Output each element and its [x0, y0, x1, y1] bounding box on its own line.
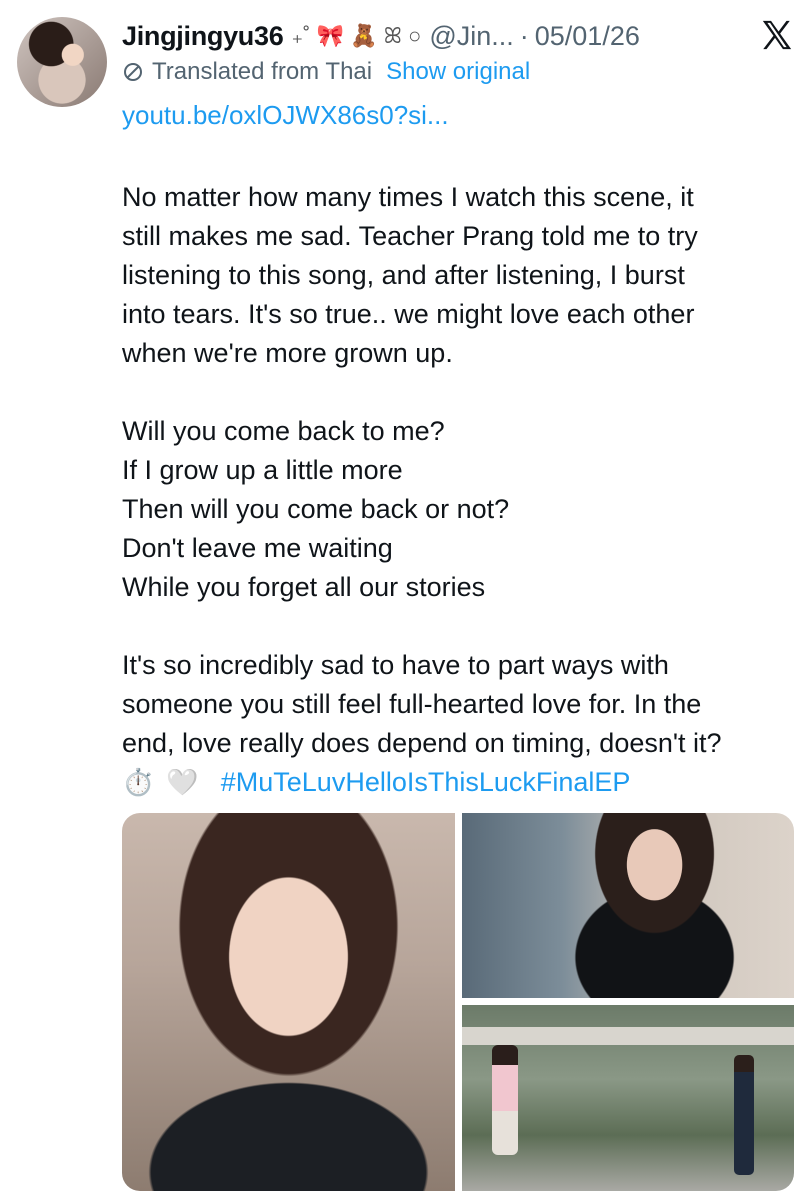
body-line: No matter how many times I watch this sc… [122, 182, 694, 212]
media-photo-3[interactable] [462, 1005, 794, 1191]
circle-glyph: ○ [408, 23, 422, 48]
body-line: end, love really does depend on timing, … [122, 728, 722, 758]
hashtag-line: ⏱️ 🤍 #MuTeLuvHelloIsThisLuckFinalEP [122, 763, 792, 802]
display-name[interactable]: Jingjingyu36 [122, 21, 284, 52]
white-heart-emoji: 🤍 [166, 767, 199, 797]
lyric-line: Will you come back to me? [122, 416, 445, 446]
body-line: when we're more grown up. [122, 338, 453, 368]
body-line: It's so incredibly sad to have to part w… [122, 650, 669, 680]
handle[interactable]: @Jin... [429, 21, 513, 52]
hashtag-link[interactable]: #MuTeLuvHelloIsThisLuckFinalEP [221, 763, 631, 802]
media-photo-2[interactable] [462, 813, 794, 998]
name-emojis: ₊˚ 🎀 🧸 ꕤ ○ [291, 23, 421, 49]
body-line: listening to this song, and after listen… [122, 260, 685, 290]
lyric-line: Don't leave me waiting [122, 533, 393, 563]
body-line: into tears. It's so true.. we might love… [122, 299, 695, 329]
x-logo-icon [762, 20, 792, 50]
lyric-line: While you forget all our stories [122, 572, 486, 602]
ban-icon [124, 63, 142, 81]
show-original-link[interactable]: Show original [386, 58, 530, 86]
media-photo-1[interactable] [122, 813, 455, 1191]
tweet-body: No matter how many times I watch this sc… [122, 178, 792, 802]
body-line: still makes me sad. Teacher Prang told m… [122, 221, 698, 251]
lyric-line: If I grow up a little more [122, 455, 403, 485]
stopwatch-emoji: ⏱️ [122, 767, 155, 797]
post-date[interactable]: 05/01/26 [535, 21, 640, 52]
photo-figure [734, 1055, 754, 1175]
lyric-line: Then will you come back or not? [122, 494, 510, 524]
body-line: someone you still feel full-hearted love… [122, 689, 702, 719]
translation-note-row: Translated from Thai Show original [122, 58, 530, 86]
bow-emoji: 🎀 [316, 23, 344, 48]
tweet-header: Jingjingyu36 ₊˚ 🎀 🧸 ꕤ ○ @Jin... · 05/01/… [122, 16, 792, 56]
media-grid [122, 813, 794, 1191]
flower-glyph: ꕤ [383, 23, 402, 48]
name-decor: ₊˚ [291, 23, 311, 48]
translation-note: Translated from Thai [152, 58, 373, 85]
avatar[interactable] [17, 17, 107, 107]
separator-dot: · [519, 20, 529, 51]
teddy-bear-emoji: 🧸 [350, 23, 378, 48]
youtube-link[interactable]: youtu.be/oxlOJWX86s0?si... [122, 100, 449, 131]
